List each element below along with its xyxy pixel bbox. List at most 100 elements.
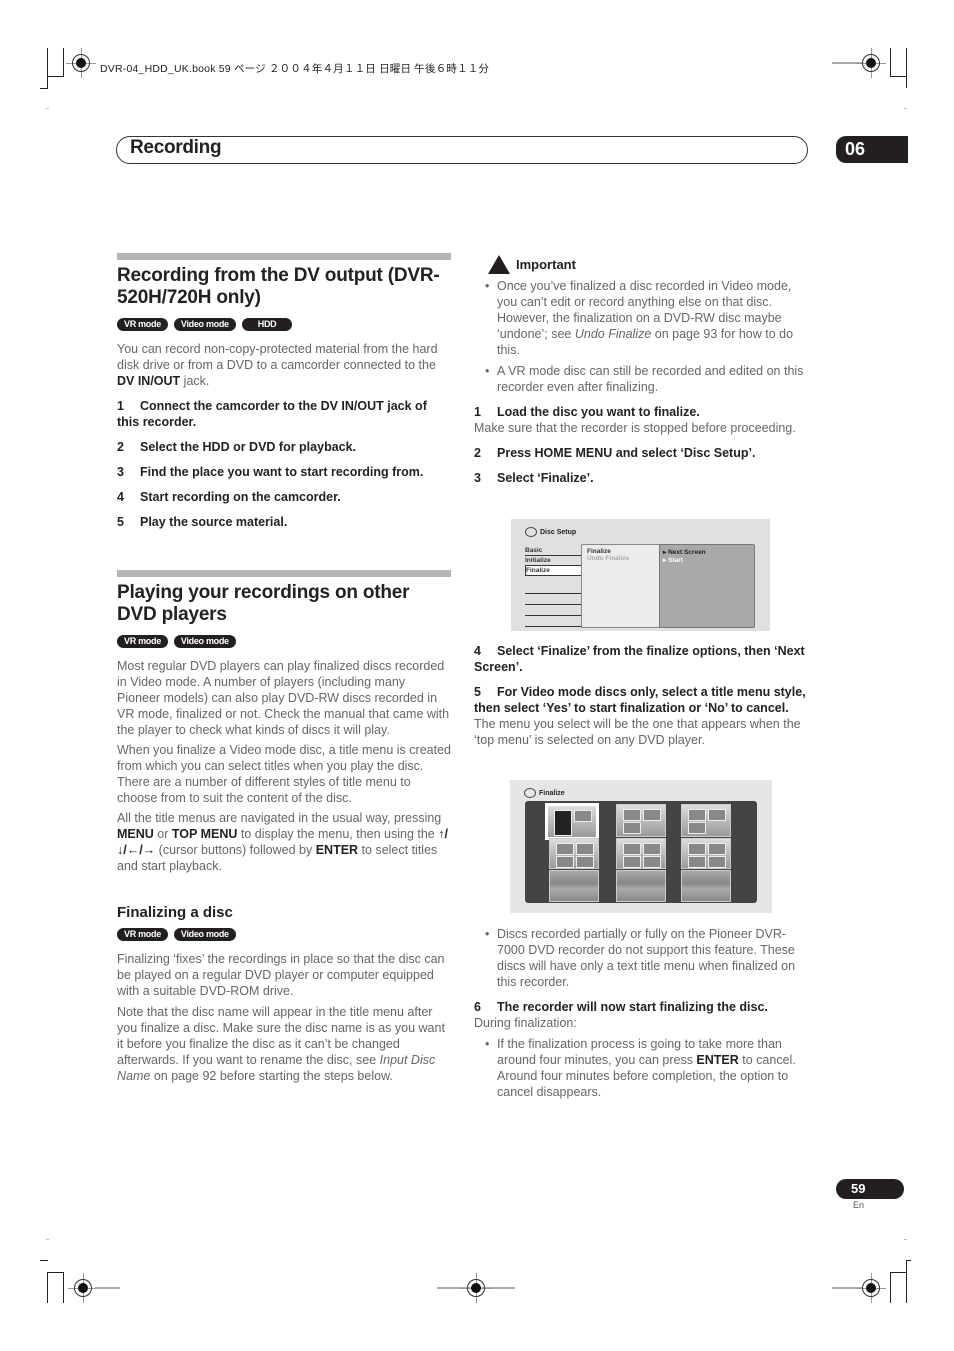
crop-mark — [47, 48, 48, 88]
paragraph: Note that the disc name will appear in t… — [117, 1005, 445, 1083]
menu-style-thumbnail[interactable] — [545, 803, 599, 840]
paragraph: Finalizing ‘fixes’ the recordings in pla… — [117, 952, 445, 998]
section-heading: Recording from the DV output (DVR-520H/7… — [117, 265, 440, 308]
chapter-tab: 06 — [836, 136, 908, 163]
crop-mark — [47, 1273, 48, 1303]
disc-setup-screen: Disc Setup Basic Initialize Finalize Fin… — [511, 519, 770, 631]
list-item: Once you’ve finalized a disc recorded in… — [485, 278, 808, 358]
registration-mark-icon — [461, 1273, 491, 1303]
step: 4 Start recording on the camcorder. — [117, 490, 341, 504]
menu-style-grid — [525, 801, 757, 903]
step: 2 Press HOME MENU and select ‘Disc Setup’… — [474, 446, 756, 460]
step: 5 Play the source material. — [117, 515, 288, 529]
menu-item-empty — [525, 584, 581, 594]
mode-badges: VR mode Video mode — [117, 635, 451, 648]
step-note: The menu you select will be the one that… — [474, 717, 801, 747]
trim-tick — [904, 1239, 907, 1240]
section-other-players: Playing your recordings on other DVD pla… — [117, 570, 451, 1084]
badge-vr-mode: VR mode — [117, 928, 168, 941]
right-column-bottom: Discs recorded partially or fully on the… — [474, 926, 808, 1100]
step: 2 Select the HDD or DVD for playback. — [117, 440, 357, 454]
step: 4 Select ‘Finalize’ from the finalize opt… — [474, 644, 805, 674]
finalize-menu-style-screen: Finalize — [510, 780, 772, 913]
menu-style-thumbnail[interactable] — [681, 838, 731, 869]
crop-mark — [906, 1260, 907, 1303]
paragraph: All the title menus are navigated in the… — [117, 811, 448, 873]
crop-mark — [63, 1272, 64, 1303]
intro-paragraph: You can record non-copy-protected materi… — [117, 342, 438, 388]
crop-mark — [906, 48, 907, 88]
crop-mark — [40, 1260, 48, 1261]
note-list: Discs recorded partially or fully on the… — [474, 926, 808, 990]
badge-hdd: HDD — [241, 318, 293, 331]
step: 1 Load the disc you want to finalize. — [474, 405, 700, 419]
step: 5 For Video mode discs only, select a tit… — [474, 685, 806, 715]
important-heading: Important — [488, 255, 808, 274]
badge-video-mode: Video mode — [173, 318, 236, 331]
menu-style-thumbnail[interactable] — [549, 870, 599, 902]
registration-mark-icon — [856, 1273, 886, 1303]
section-rule — [117, 570, 451, 577]
crop-mark — [47, 1272, 64, 1273]
badge-vr-mode: VR mode — [117, 635, 168, 648]
registration-mark-icon — [66, 48, 96, 78]
menu-style-thumbnail[interactable] — [616, 804, 666, 837]
badge-video-mode: Video mode — [173, 928, 236, 941]
crop-mark — [890, 48, 891, 76]
trim-tick — [46, 1239, 49, 1240]
step: 3 Find the place you want to start record… — [117, 465, 424, 479]
language-code: En — [853, 1200, 865, 1210]
menu-style-thumbnail[interactable] — [681, 870, 731, 902]
menu-style-thumbnail[interactable] — [681, 804, 731, 837]
print-job-line: DVR-04_HDD_UK.book 59 ページ ２００４年４月１１日 日曜日… — [100, 63, 490, 75]
crop-mark — [40, 88, 48, 89]
step-note: During finalization: — [474, 1016, 577, 1030]
subsection-heading: Finalizing a disc — [117, 904, 233, 921]
step: 6 The recorder will now start finalizing … — [474, 1000, 768, 1014]
right-column: Important Once you’ve finalized a disc r… — [474, 255, 808, 486]
section-dv-output: Recording from the DV output (DVR-520H/7… — [117, 253, 451, 530]
menu-item-empty — [525, 617, 581, 627]
warning-hand-icon — [488, 255, 510, 274]
next-screen-button[interactable]: ▸ Next Screen — [660, 545, 754, 556]
registration-mark-icon — [856, 48, 886, 78]
trim-tick — [904, 108, 907, 109]
menu-item-empty — [525, 606, 581, 616]
step: 3 Select ‘Finalize’. — [474, 471, 594, 485]
list-item: A VR mode disc can still be recorded and… — [485, 363, 808, 395]
finalize-options: Finalize Undo Finalize — [581, 544, 660, 628]
list-item: Discs recorded partially or fully on the… — [485, 926, 808, 990]
screen-title: Disc Setup — [525, 527, 576, 537]
badge-vr-mode: VR mode — [117, 318, 168, 331]
action-panel: ▸ Next Screen ▸ Start — [659, 544, 755, 628]
disc-icon — [524, 788, 536, 798]
menu-item-basic[interactable]: Basic — [525, 546, 581, 556]
crop-mark — [47, 76, 64, 77]
registration-line — [95, 1287, 120, 1289]
list-item: If the finalization process is going to … — [485, 1036, 808, 1100]
menu-style-thumbnail[interactable] — [549, 838, 599, 869]
crop-mark — [890, 1272, 907, 1273]
menu-item-finalize[interactable]: Finalize — [525, 566, 581, 576]
option-undo-finalize[interactable]: Undo Finalize — [582, 555, 660, 562]
mode-badges: VR mode Video mode — [117, 928, 451, 941]
option-finalize[interactable]: Finalize — [582, 545, 660, 555]
menu-style-thumbnail[interactable] — [616, 870, 666, 902]
crop-mark — [890, 1272, 891, 1303]
crop-mark — [63, 48, 64, 76]
crop-mark — [890, 76, 907, 77]
important-list: Once you’ve finalized a disc recorded in… — [474, 278, 808, 395]
paragraph: Most regular DVD players can play finali… — [117, 659, 450, 737]
menu-style-thumbnail[interactable] — [616, 838, 666, 869]
step-note: Make sure that the recorder is stopped b… — [474, 421, 796, 435]
section-title: Recording — [130, 137, 222, 158]
menu-item-initialize[interactable]: Initialize — [525, 556, 581, 566]
crop-mark — [906, 1260, 911, 1261]
disc-setup-left-menu: Basic Initialize Finalize — [525, 546, 581, 627]
trim-tick — [46, 108, 49, 109]
step: 1 Connect the camcorder to the DV IN/OUT … — [117, 399, 427, 429]
right-column-mid: 4 Select ‘Finalize’ from the finalize opt… — [474, 643, 808, 748]
mode-badges: VR mode Video mode HDD — [117, 318, 451, 331]
start-button[interactable]: ▸ Start — [660, 556, 754, 564]
section-heading: Playing your recordings on other DVD pla… — [117, 582, 410, 625]
